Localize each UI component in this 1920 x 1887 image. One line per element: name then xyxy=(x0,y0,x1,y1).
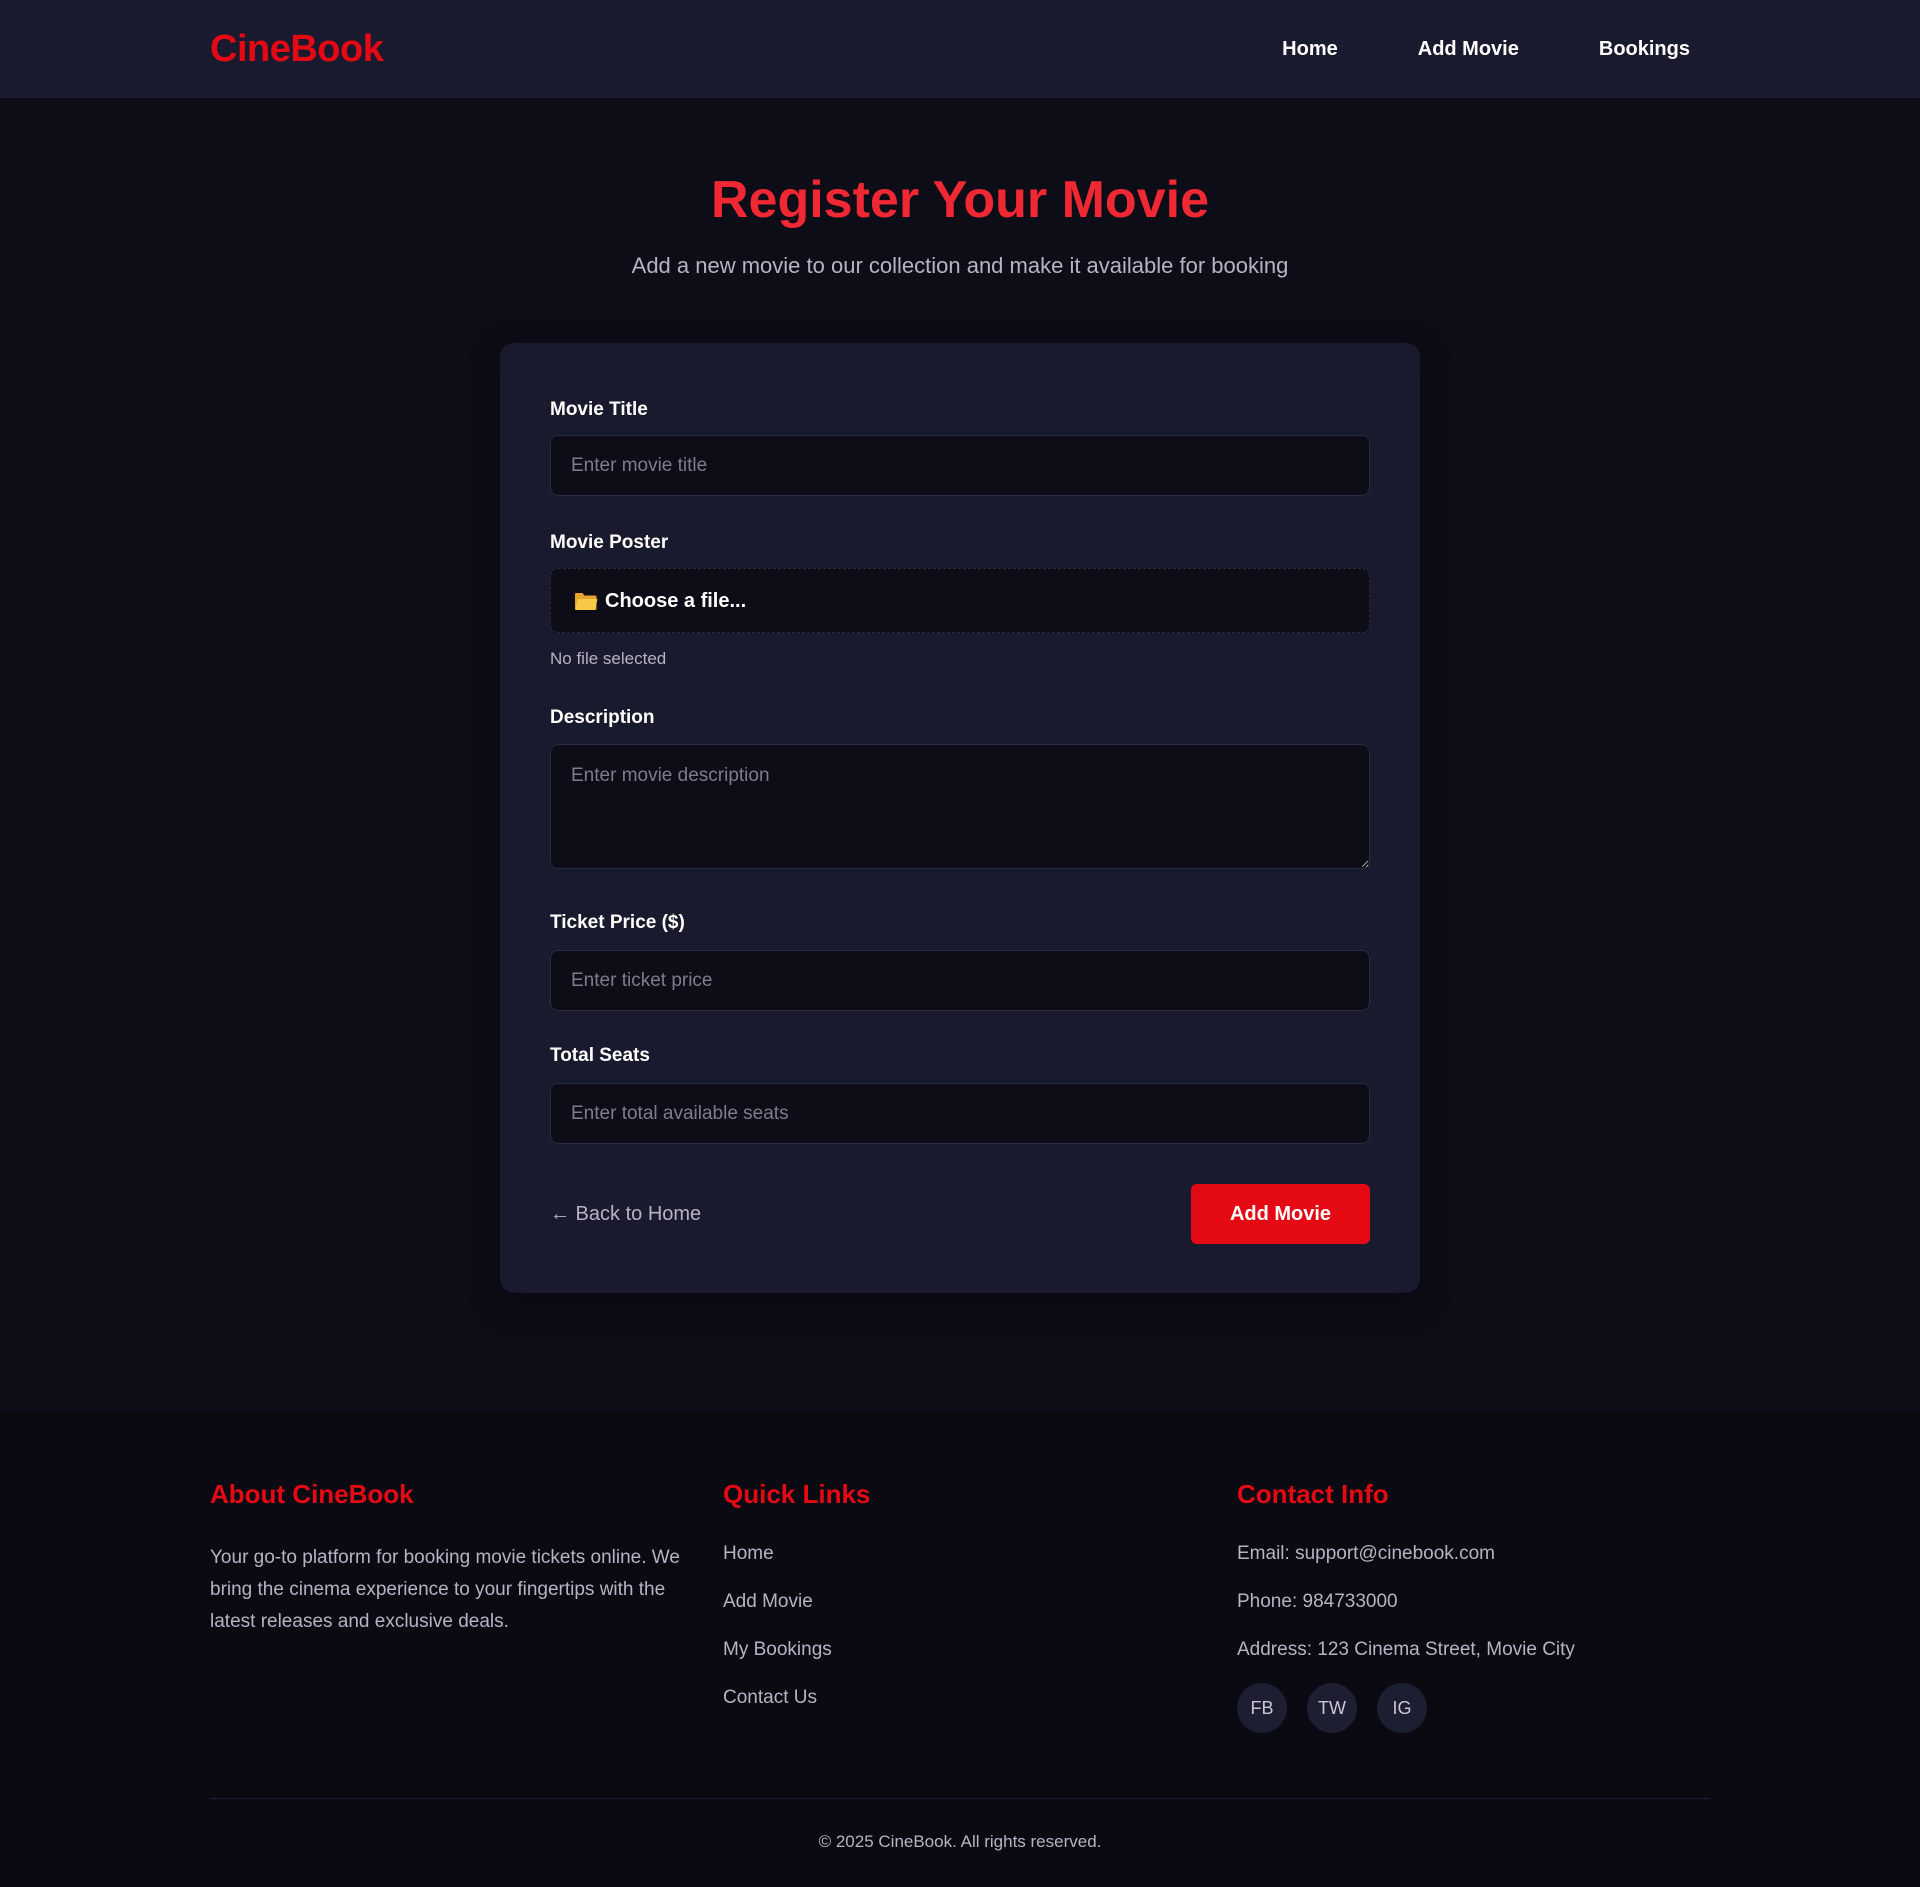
footer: About CineBook Your go-to platform for b… xyxy=(0,1412,1920,1887)
contact-phone: Phone: 984733000 xyxy=(1237,1591,1398,1612)
ticket-price-input[interactable] xyxy=(550,950,1370,1011)
description-label: Description xyxy=(550,707,655,728)
list-item: Home xyxy=(723,1542,1203,1566)
footer-about-heading: About CineBook xyxy=(210,1479,414,1509)
nav-link-home[interactable]: Home xyxy=(1282,36,1338,62)
footer-divider xyxy=(210,1798,1710,1799)
nav-links: Home Add Movie Bookings xyxy=(1282,36,1690,62)
list-item: Add Movie xyxy=(723,1590,1203,1614)
footer-links-list: Home Add Movie My Bookings Contact Us xyxy=(723,1542,1203,1710)
footer-link-contact-us[interactable]: Contact Us xyxy=(723,1687,817,1708)
total-seats-label: Total Seats xyxy=(550,1045,650,1066)
add-movie-button[interactable]: Add Movie xyxy=(1191,1184,1370,1244)
back-to-home-link[interactable]: ← Back to Home xyxy=(550,1201,701,1227)
twitter-link[interactable]: TW xyxy=(1307,1683,1357,1733)
social-links: FB TW IG xyxy=(1237,1683,1717,1733)
file-status-text: No file selected xyxy=(550,649,667,668)
list-item: Contact Us xyxy=(723,1686,1203,1710)
contact-email: Email: support@cinebook.com xyxy=(1237,1543,1495,1564)
movie-poster-label: Movie Poster xyxy=(550,532,669,553)
poster-file-picker[interactable]: Choose a file... xyxy=(550,568,1370,633)
copyright-text: © 2025 CineBook. All rights reserved. xyxy=(818,1832,1102,1851)
nav-link-add-movie[interactable]: Add Movie xyxy=(1418,36,1519,62)
description-textarea[interactable] xyxy=(550,744,1370,869)
footer-contact-list: Email: support@cinebook.com Phone: 98473… xyxy=(1237,1542,1717,1662)
choose-file-label: Choose a file... xyxy=(605,590,747,612)
movie-title-input[interactable] xyxy=(550,435,1370,496)
movie-title-label: Movie Title xyxy=(550,399,648,420)
add-movie-form: Movie Title Movie Poster Choose a file..… xyxy=(500,343,1420,1293)
footer-link-add-movie[interactable]: Add Movie xyxy=(723,1591,813,1612)
site-logo[interactable]: CineBook xyxy=(210,27,384,71)
footer-links-heading: Quick Links xyxy=(723,1479,871,1509)
list-item: My Bookings xyxy=(723,1638,1203,1662)
footer-quick-links-section: Quick Links Home Add Movie My Bookings C… xyxy=(723,1478,1203,1734)
total-seats-input[interactable] xyxy=(550,1083,1370,1144)
contact-address: Address: 123 Cinema Street, Movie City xyxy=(1237,1639,1575,1660)
footer-link-my-bookings[interactable]: My Bookings xyxy=(723,1639,832,1660)
footer-about-section: About CineBook Your go-to platform for b… xyxy=(210,1478,690,1638)
instagram-link[interactable]: IG xyxy=(1377,1683,1427,1733)
page-title: Register Your Movie xyxy=(711,171,1209,229)
footer-contact-heading: Contact Info xyxy=(1237,1479,1389,1509)
footer-contact-section: Contact Info Email: support@cinebook.com… xyxy=(1237,1478,1717,1733)
folder-icon xyxy=(575,593,598,610)
navbar: CineBook Home Add Movie Bookings xyxy=(0,0,1920,98)
nav-link-bookings[interactable]: Bookings xyxy=(1599,36,1690,62)
page-subtitle: Add a new movie to our collection and ma… xyxy=(631,253,1289,278)
facebook-link[interactable]: FB xyxy=(1237,1683,1287,1733)
footer-about-text: Your go-to platform for booking movie ti… xyxy=(210,1547,680,1632)
footer-link-home[interactable]: Home xyxy=(723,1543,774,1564)
ticket-price-label: Ticket Price ($) xyxy=(550,912,685,933)
